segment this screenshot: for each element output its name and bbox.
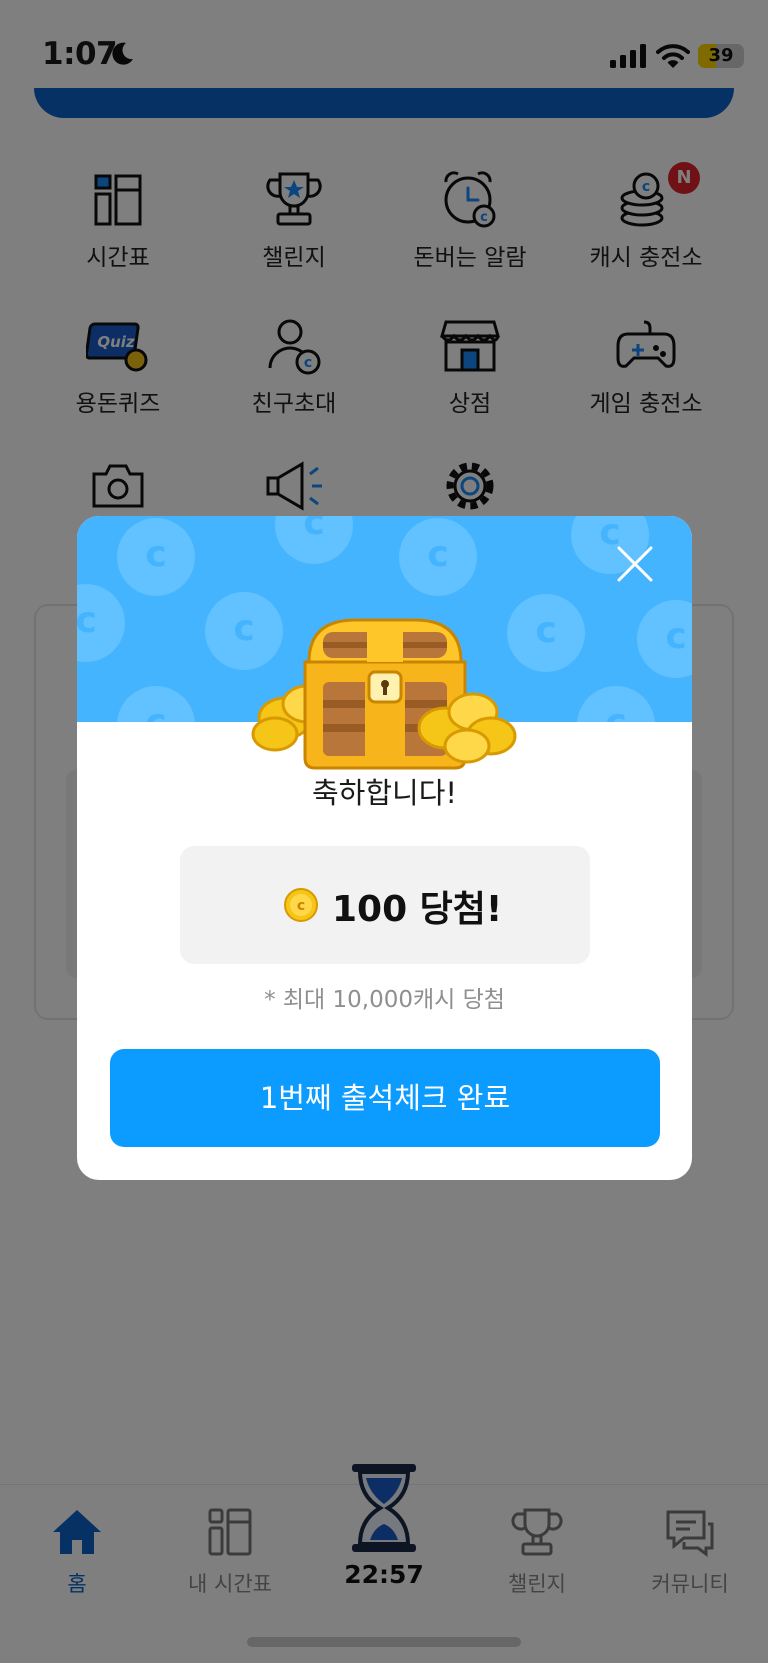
prize-box: c 100 당첨!	[180, 846, 590, 964]
svg-text:c: c	[297, 898, 305, 914]
bg-coin-icon	[117, 686, 195, 722]
modal-title: 축하합니다!	[311, 776, 458, 810]
coin-icon: c	[284, 888, 318, 922]
bg-coin-icon	[275, 516, 353, 564]
bg-coin-icon	[117, 518, 195, 596]
bg-coin-icon	[399, 518, 477, 596]
attendance-reward-modal: 축하합니다! c 100 당첨! * 최대 10,000캐시 당첨 1번째 출석…	[77, 516, 692, 1180]
close-icon[interactable]	[615, 544, 655, 584]
bg-coin-icon	[77, 584, 125, 662]
attendance-confirm-button[interactable]: 1번째 출석체크 완료	[110, 1049, 660, 1147]
prize-amount: 100 당첨!	[332, 889, 503, 930]
bg-coin-icon	[577, 686, 655, 722]
treasure-chest-icon	[251, 618, 517, 770]
bg-coin-icon	[637, 600, 692, 678]
prize-note: * 최대 10,000캐시 당첨	[264, 987, 505, 1013]
